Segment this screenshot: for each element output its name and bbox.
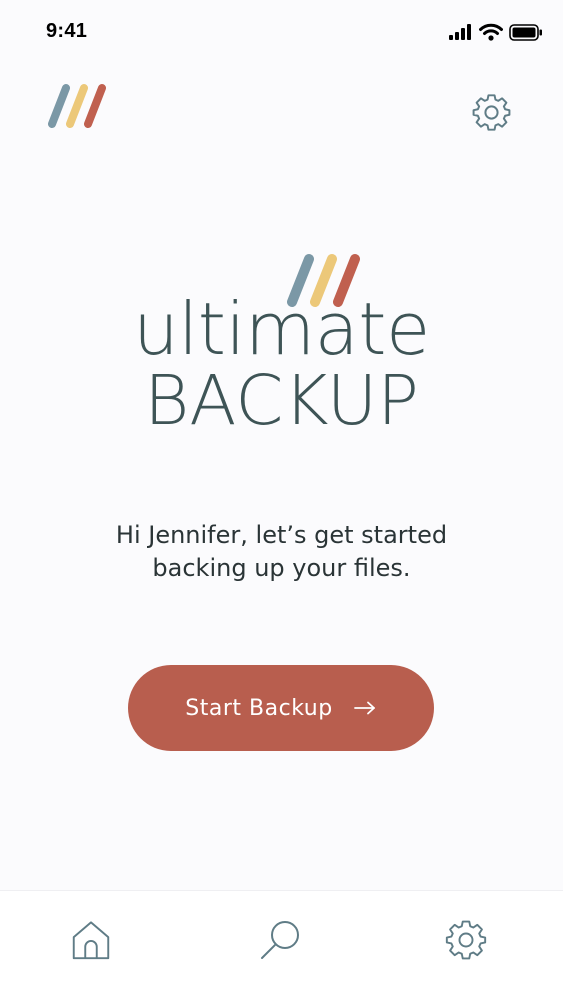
status-icons bbox=[449, 20, 543, 44]
home-icon bbox=[72, 921, 110, 960]
tab-search[interactable] bbox=[256, 915, 306, 965]
app-logo-icon bbox=[48, 84, 106, 128]
cellular-signal-icon bbox=[449, 24, 471, 40]
status-time: 9:41 bbox=[46, 20, 88, 42]
wifi-icon bbox=[479, 23, 503, 41]
search-icon bbox=[261, 921, 299, 959]
greeting-line-1: Hi Jennifer, let’s get started bbox=[115, 521, 448, 549]
battery-icon bbox=[509, 23, 542, 41]
tab-settings[interactable] bbox=[441, 915, 491, 965]
brand-logo: ultimate BACKUP bbox=[0, 245, 563, 445]
settings-gear-icon[interactable] bbox=[470, 91, 513, 134]
brand-word-backup: BACKUP bbox=[144, 361, 419, 441]
gear-icon bbox=[445, 920, 487, 960]
brand-word-ultimate: ultimate bbox=[133, 287, 430, 371]
bottom-tab-bar bbox=[0, 890, 563, 1001]
greeting-line-2: backing up your files. bbox=[152, 554, 411, 582]
arrow-right-icon bbox=[353, 701, 375, 715]
start-backup-button[interactable]: Start Backup bbox=[128, 665, 434, 751]
greeting-text: Hi Jennifer, let’s get started backing u… bbox=[60, 519, 503, 585]
start-backup-label: Start Backup bbox=[185, 695, 333, 721]
status-bar: 9:41 bbox=[0, 0, 563, 60]
tab-home[interactable] bbox=[66, 915, 116, 965]
